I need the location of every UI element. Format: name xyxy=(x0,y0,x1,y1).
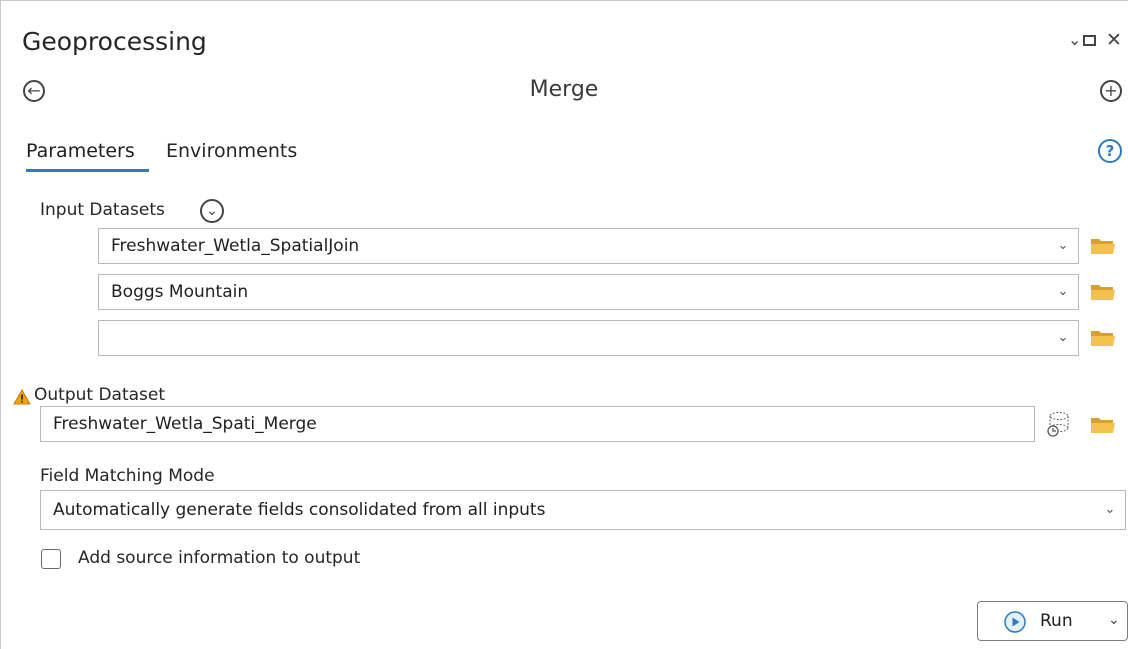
field-matching-dropdown[interactable]: Automatically generate fields consolidat… xyxy=(40,490,1126,530)
close-icon[interactable]: ✕ xyxy=(1106,29,1122,51)
chevron-down-icon[interactable]: ⌄ xyxy=(1103,503,1117,517)
input-dataset-value: Boggs Mountain xyxy=(111,282,249,302)
field-matching-value: Automatically generate fields consolidat… xyxy=(53,500,546,520)
chevron-down-icon[interactable]: ⌄ xyxy=(1056,285,1070,299)
folder-icon[interactable] xyxy=(1090,236,1116,256)
tool-title: Merge xyxy=(529,77,599,102)
folder-icon[interactable] xyxy=(1090,415,1116,435)
output-dataset-value: Freshwater_Wetla_Spati_Merge xyxy=(53,414,317,434)
chevron-down-icon[interactable]: ⌄ xyxy=(1056,331,1070,345)
add-source-label[interactable]: Add source information to output xyxy=(78,548,360,568)
output-dataset-label: Output Dataset xyxy=(34,385,166,405)
input-datasets-label: Input Datasets xyxy=(40,200,165,220)
warning-icon[interactable] xyxy=(13,389,31,405)
add-source-checkbox[interactable] xyxy=(41,549,61,569)
maximize-icon[interactable] xyxy=(1083,35,1096,46)
folder-icon[interactable] xyxy=(1090,328,1116,348)
input-dataset-combo-3[interactable]: ⌄ xyxy=(98,320,1079,356)
pane-title: Geoprocessing xyxy=(22,27,207,56)
input-dataset-value: Freshwater_Wetla_SpatialJoin xyxy=(111,236,360,256)
input-dataset-combo-1[interactable]: Freshwater_Wetla_SpatialJoin ⌄ xyxy=(98,228,1079,264)
active-tab-indicator xyxy=(26,169,149,172)
run-options-chevron-icon[interactable]: ⌄ xyxy=(1108,612,1120,628)
chevron-down-icon[interactable]: ⌄ xyxy=(1056,239,1070,253)
play-icon xyxy=(1004,611,1026,633)
run-button[interactable]: Run ⌄ xyxy=(977,601,1128,641)
geodatabase-icon[interactable] xyxy=(1045,410,1071,438)
plus-circle-icon[interactable]: + xyxy=(1100,80,1122,102)
output-dataset-field[interactable]: Freshwater_Wetla_Spati_Merge xyxy=(40,406,1035,442)
input-dataset-combo-2[interactable]: Boggs Mountain ⌄ xyxy=(98,274,1079,310)
tab-environments[interactable]: Environments xyxy=(166,140,297,162)
help-icon[interactable]: ? xyxy=(1098,139,1122,163)
field-matching-label: Field Matching Mode xyxy=(40,466,215,486)
run-label: Run xyxy=(1040,611,1073,631)
chevron-down-circle-icon[interactable]: ⌄ xyxy=(200,199,224,223)
tab-parameters[interactable]: Parameters xyxy=(26,140,135,162)
pane-options-dropdown-icon[interactable]: ⌄ xyxy=(1068,30,1081,49)
folder-icon[interactable] xyxy=(1090,282,1116,302)
